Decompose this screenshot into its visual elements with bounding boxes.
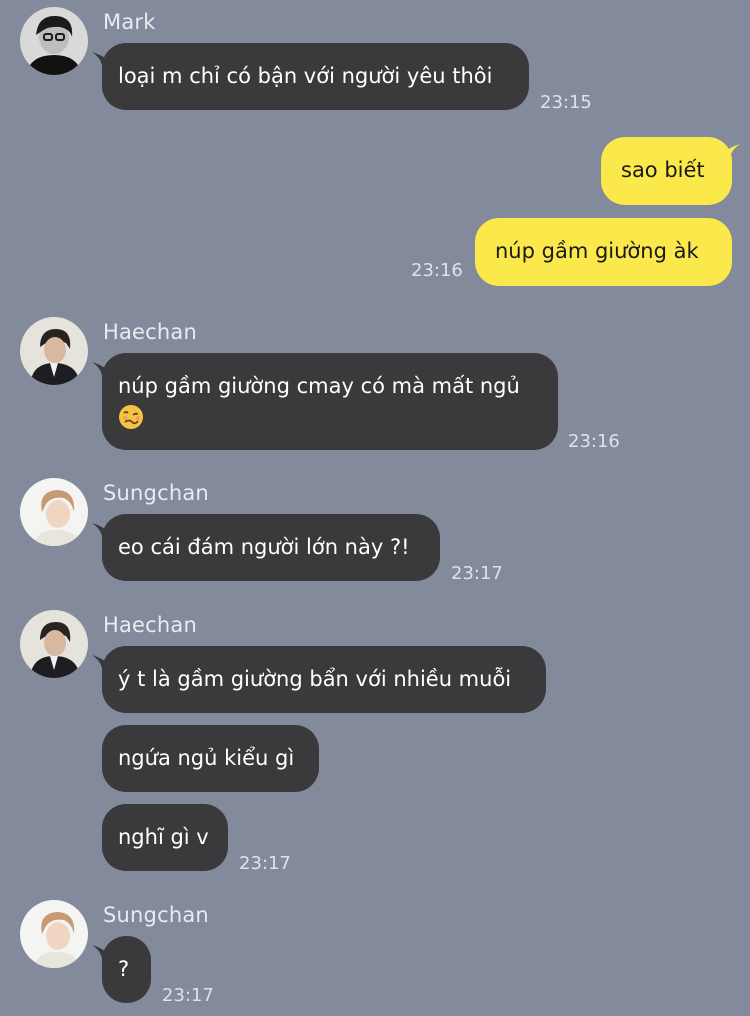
sungchan-message-bubble-2[interactable]: ? — [102, 936, 151, 1003]
sungchan-message-text-2: ? — [118, 957, 130, 981]
mark-avatar[interactable] — [20, 7, 88, 75]
sungchan-message-time-2: 23:17 — [162, 985, 214, 1006]
haechan-message-text-4: nghĩ gì v — [118, 825, 209, 849]
haechan-message-time-1: 23:16 — [568, 431, 620, 452]
my-message-text-1: sao biết — [621, 158, 705, 182]
haechan-avatar-1[interactable] — [20, 317, 88, 385]
sungchan-message-bubble-1[interactable]: eo cái đám người lớn này ?! — [102, 514, 440, 581]
woozy-face-emoji-icon — [119, 405, 143, 429]
haechan-message-text-1: núp gầm giường cmay có mà mất ngủ — [118, 374, 520, 398]
haechan-message-text-3: ngứa ngủ kiểu gì — [118, 746, 295, 770]
mark-message-text: loại m chỉ có bận với người yêu thôi — [118, 64, 493, 88]
haechan-message-bubble-4[interactable]: nghĩ gì v — [102, 804, 228, 871]
sungchan-name-1: Sungchan — [103, 481, 209, 505]
sungchan-avatar-1[interactable] — [20, 478, 88, 546]
haechan-message-bubble-2[interactable]: ý t là gầm giường bẩn với nhiều muỗi — [102, 646, 546, 713]
mark-message-bubble[interactable]: loại m chỉ có bận với người yêu thôi — [102, 43, 529, 110]
haechan-message-bubble-3[interactable]: ngứa ngủ kiểu gì — [102, 725, 319, 792]
sungchan-message-text-1: eo cái đám người lớn này ?! — [118, 535, 410, 559]
my-message-bubble-1[interactable]: sao biết — [601, 137, 732, 205]
mark-name: Mark — [103, 10, 156, 34]
my-message-bubble-2[interactable]: núp gầm giường àk — [475, 218, 732, 286]
my-message-time: 23:16 — [411, 260, 463, 281]
haechan-name-1: Haechan — [103, 320, 198, 344]
sungchan-avatar-2[interactable] — [20, 900, 88, 968]
haechan-message-bubble-1[interactable]: núp gầm giường cmay có mà mất ngủ — [102, 353, 558, 450]
mark-message-time: 23:15 — [540, 92, 592, 113]
sungchan-name-2: Sungchan — [103, 903, 209, 927]
haechan-name-2: Haechan — [103, 613, 198, 637]
my-message-text-2: núp gầm giường àk — [495, 239, 699, 263]
haechan-avatar-2[interactable] — [20, 610, 88, 678]
haechan-message-time-2: 23:17 — [239, 853, 291, 874]
sungchan-message-time-1: 23:17 — [451, 563, 503, 584]
haechan-message-text-2: ý t là gầm giường bẩn với nhiều muỗi — [118, 667, 512, 691]
